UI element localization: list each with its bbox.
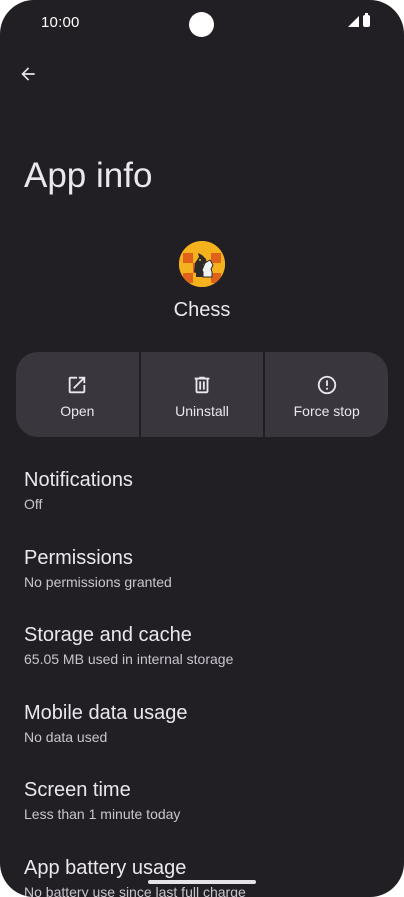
setting-app-battery-usage[interactable]: App battery usage No battery use since l… [0,851,404,897]
back-button[interactable] [10,56,46,92]
app-actions: Open Uninstall Force stop [16,352,388,437]
open-label: Open [60,403,95,419]
setting-summary: Off [24,496,43,512]
setting-summary: No permissions granted [24,573,172,590]
signal-icon [348,15,359,27]
camera-cutout [189,12,214,37]
setting-mobile-data-usage[interactable]: Mobile data usage No data used [0,696,404,774]
arrow-left-icon [21,67,35,81]
phone-screen: 10:00 App info Chess Open Uninstall Forc… [0,0,404,897]
setting-title: Permissions [24,546,133,569]
setting-notifications[interactable]: Notifications Off [0,463,404,541]
status-time: 10:00 [41,14,80,31]
open-external-icon [69,376,86,394]
setting-summary: No data used [24,728,108,745]
force-stop-label: Force stop [293,403,360,419]
setting-title: Notifications [24,469,133,491]
setting-summary: 65.05 MB used in internal storage [24,651,234,667]
setting-summary: Less than 1 minute today [24,806,181,822]
setting-title: Screen time [24,779,131,801]
open-button[interactable]: Open [16,352,139,437]
setting-screen-time[interactable]: Screen time Less than 1 minute today [0,773,404,851]
uninstall-label: Uninstall [175,403,229,419]
uninstall-button[interactable]: Uninstall [140,352,264,437]
battery-icon [363,13,370,27]
settings-list: Notifications Off Permissions No permiss… [0,463,404,897]
page-title: App info [24,156,153,195]
app-name: Chess [173,299,231,321]
force-stop-button[interactable]: Force stop [265,352,388,437]
setting-title: Storage and cache [24,624,192,646]
alert-circle-icon [317,375,336,395]
setting-title: Mobile data usage [24,701,188,724]
setting-summary: No battery use since last full charge [24,883,246,897]
chess-knight-icon [179,241,225,287]
setting-storage-and-cache[interactable]: Storage and cache 65.05 MB used in inter… [0,618,404,696]
trash-icon [194,376,210,394]
gesture-nav-bar[interactable] [148,880,256,884]
status-icons [348,13,370,27]
setting-title: App battery usage [24,856,187,879]
setting-permissions[interactable]: Permissions No permissions granted [0,541,404,619]
